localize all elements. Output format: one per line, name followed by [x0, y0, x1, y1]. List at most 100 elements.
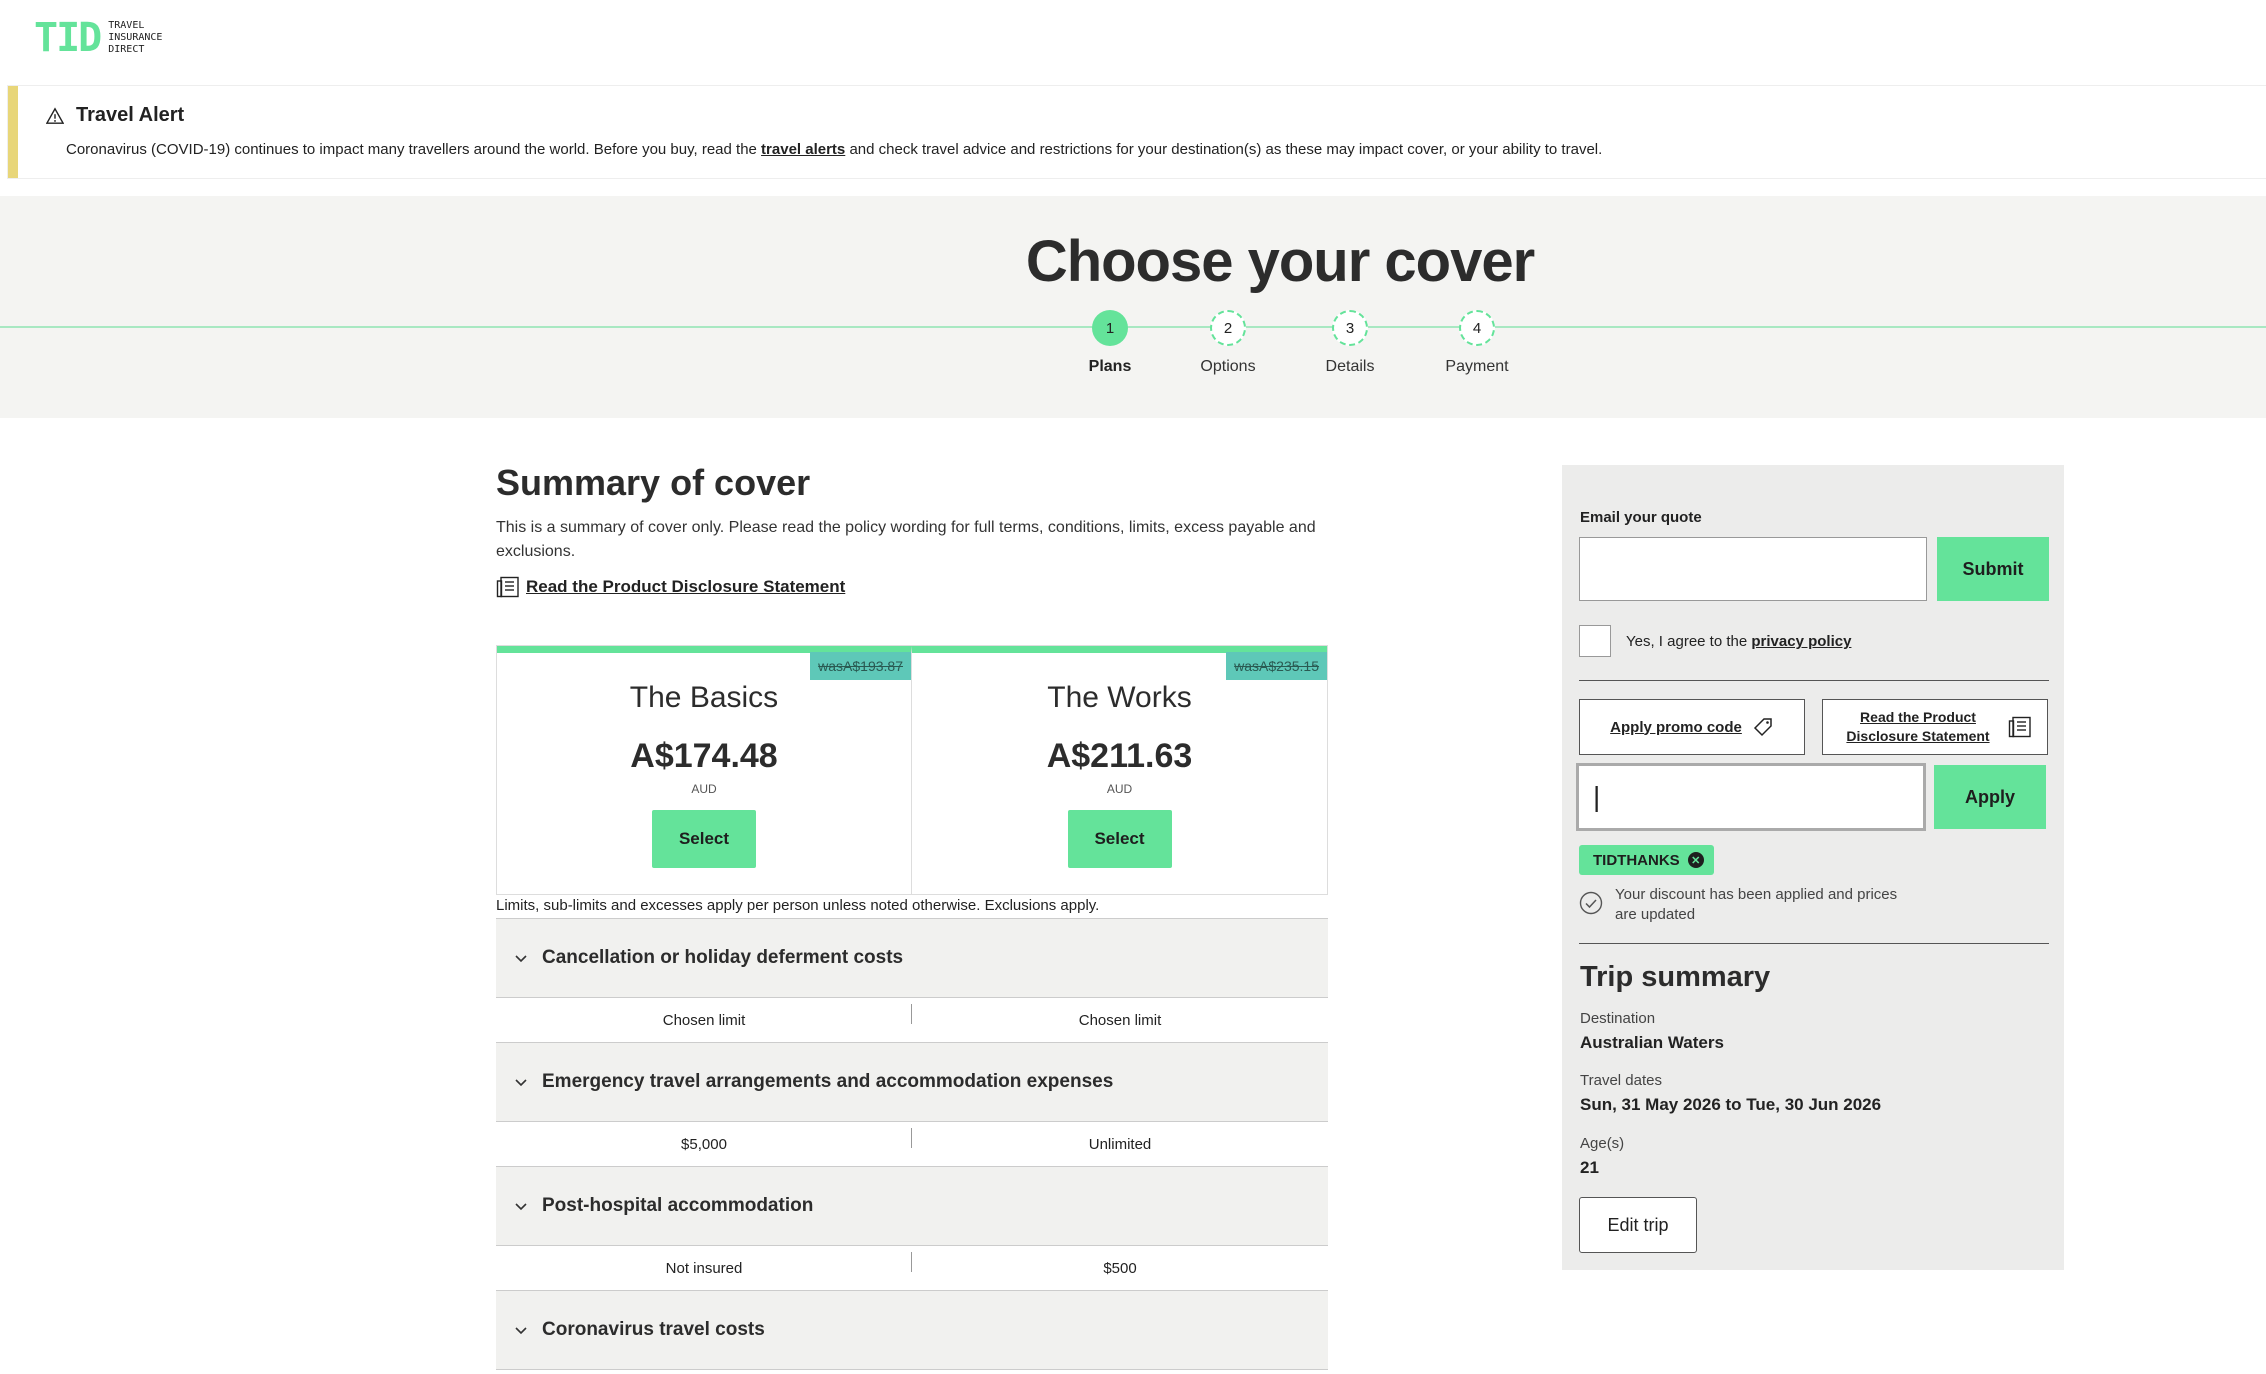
step-label: Payment [1445, 358, 1509, 375]
step-options[interactable]: 2 Options [1168, 310, 1288, 376]
benefit-header-post-hospital[interactable]: Post-hospital accommodation [496, 1166, 1328, 1246]
applied-code-text: TIDTHANKS [1593, 851, 1680, 869]
ages-label: Age(s) [1580, 1135, 1625, 1152]
divider [1579, 943, 2049, 944]
plan-card-basics: wasA$193.87 The Basics A$174.48 AUD Sele… [497, 646, 912, 894]
document-icon [496, 576, 519, 598]
plan-name: The Basics [629, 681, 779, 714]
travel-dates-label: Travel dates [1580, 1072, 1662, 1089]
basics-value: $5,000 [496, 1127, 912, 1153]
was-price-badge: wasA$193.87 [810, 652, 911, 680]
apply-button[interactable]: Apply [1934, 765, 2046, 829]
plan-card-works: wasA$235.15 The Works A$211.63 AUD Selec… [912, 646, 1327, 894]
step-label: Options [1200, 358, 1256, 375]
privacy-policy-link[interactable]: privacy policy [1751, 633, 1851, 650]
heading-band: Choose your cover 1 Plans 2 Options 3 De… [0, 196, 2266, 418]
apply-promo-code-button[interactable]: Apply promo code [1579, 699, 1805, 755]
read-pds-button[interactable]: Read the Product Disclosure Statement [1822, 699, 2048, 755]
logo-text-line: TRAVEL [108, 20, 145, 31]
step-number: 2 [1210, 310, 1246, 346]
works-value: Chosen limit [1078, 1011, 1162, 1029]
trip-summary-title: Trip summary [1580, 961, 1771, 993]
benefit-values-row: Chosen limit Chosen limit [496, 998, 1328, 1042]
privacy-consent-label: Yes, I agree to the privacy policy [1626, 633, 1851, 650]
benefit-title: Post-hospital accommodation [542, 1195, 814, 1216]
plan-cards: wasA$193.87 The Basics A$174.48 AUD Sele… [496, 645, 1328, 895]
basics-value: Chosen limit [496, 1003, 912, 1029]
benefit-header-cancellation[interactable]: Cancellation or holiday deferment costs [496, 918, 1328, 998]
page-title: Choose your cover [1025, 229, 1535, 294]
logo-text: TRAVEL INSURANCE DIRECT [108, 20, 162, 56]
privacy-checkbox[interactable] [1579, 625, 1611, 657]
step-number: 3 [1332, 310, 1368, 346]
travel-dates-value: Sun, 31 May 2026 to Tue, 30 Jun 2026 [1580, 1095, 1882, 1114]
benefits-accordion: Cancellation or holiday deferment costs … [496, 918, 1328, 1370]
limits-note: Limits, sub-limits and excesses apply pe… [496, 897, 1100, 914]
chevron-down-icon [515, 1203, 527, 1211]
progress-steps: 1 Plans 2 Options 3 Details 4 Payment [1050, 310, 1510, 390]
consent-text: Yes, I agree to the [1626, 633, 1752, 650]
summary-description: This is a summary of cover only. Please … [496, 519, 1316, 560]
logo-mark: TID [34, 15, 102, 61]
basics-value: Not insured [496, 1251, 912, 1277]
chevron-down-icon [515, 1079, 527, 1087]
select-basics-button[interactable]: Select [652, 810, 756, 868]
plan-price: A$174.48 [630, 737, 778, 775]
discount-message-text: Your discount has been applied and price… [1615, 886, 1898, 923]
benefit-values-row: Not insured $500 [496, 1246, 1328, 1290]
logo-text-line: INSURANCE [108, 32, 163, 43]
promo-code-input[interactable]: | [1576, 763, 1926, 831]
plan-currency: AUD [691, 782, 717, 796]
step-plans[interactable]: 1 Plans [1050, 310, 1170, 376]
destination-value: Australian Waters [1580, 1033, 1724, 1052]
pds-link-label: Read the Product Disclosure Statement [526, 577, 846, 596]
step-payment[interactable]: 4 Payment [1417, 310, 1537, 376]
select-works-button[interactable]: Select [1067, 810, 1172, 868]
step-label: Details [1325, 358, 1375, 375]
chevron-down-icon [515, 955, 527, 963]
travel-alert-banner: Travel Alert Coronavirus (COVID-19) cont… [8, 86, 2266, 178]
works-value: Unlimited [1088, 1135, 1152, 1153]
promo-button-label: Apply promo code [1610, 718, 1742, 736]
top-bar: TID TRAVEL INSURANCE DIRECT [0, 0, 2266, 80]
chevron-down-icon [515, 1327, 527, 1335]
alert-text-before: Coronavirus (COVID-19) continues to impa… [66, 141, 762, 158]
discount-message: Your discount has been applied and price… [1579, 885, 1919, 925]
step-details[interactable]: 3 Details [1290, 310, 1410, 376]
pds-button-label: Read the Product Disclosure Statement [1846, 709, 1990, 744]
benefit-title: Cancellation or holiday deferment costs [542, 947, 904, 968]
email-field[interactable] [1579, 537, 1927, 601]
summary-title: Summary of cover [496, 462, 811, 503]
pds-link[interactable]: Read the Product Disclosure Statement [496, 576, 845, 598]
logo-text-line: DIRECT [108, 44, 145, 55]
tag-icon [1753, 718, 1772, 737]
plan-currency: AUD [1106, 782, 1133, 796]
submit-button[interactable]: Submit [1937, 537, 2049, 601]
destination-label: Destination [1580, 1010, 1656, 1027]
quote-sidebar: Email your quote Submit Yes, I agree to … [1562, 465, 2064, 1270]
check-circle-icon [1579, 891, 1603, 915]
warning-triangle-icon [46, 106, 64, 124]
step-label: Plans [1088, 358, 1132, 375]
divider [1579, 680, 2049, 681]
ages-value: 21 [1580, 1158, 1599, 1177]
benefit-title: Coronavirus travel costs [542, 1319, 765, 1340]
step-number: 4 [1459, 310, 1495, 346]
plan-name: The Works [1047, 681, 1192, 714]
alert-title-text: Travel Alert [76, 104, 185, 126]
document-icon [2008, 716, 2031, 738]
works-value: $500 [1103, 1259, 1137, 1277]
alert-title: Travel Alert [46, 104, 184, 127]
benefit-header-emergency[interactable]: Emergency travel arrangements and accomm… [496, 1042, 1328, 1122]
logo[interactable]: TID TRAVEL INSURANCE DIRECT [34, 18, 162, 58]
step-number: 1 [1092, 310, 1128, 346]
remove-code-icon[interactable]: ✕ [1687, 852, 1704, 868]
email-quote-label: Email your quote [1580, 509, 1702, 526]
applied-code-tag: TIDTHANKS ✕ [1579, 845, 1714, 875]
edit-trip-button[interactable]: Edit trip [1579, 1197, 1697, 1253]
alert-text: Coronavirus (COVID-19) continues to impa… [66, 141, 1602, 158]
travel-alerts-link[interactable]: travel alerts [761, 141, 845, 158]
alert-text-after: and check travel advice and restrictions… [845, 141, 1603, 158]
benefit-header-coronavirus[interactable]: Coronavirus travel costs [496, 1290, 1328, 1370]
benefit-values-row: $5,000 Unlimited [496, 1122, 1328, 1166]
